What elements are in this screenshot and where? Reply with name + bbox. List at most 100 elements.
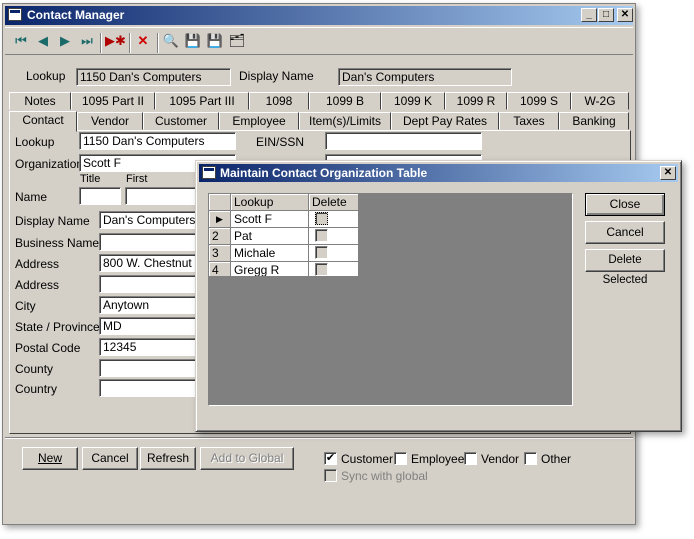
first-name-input[interactable] bbox=[125, 187, 205, 205]
sync-global-checkbox[interactable] bbox=[324, 469, 337, 482]
city-label: City bbox=[15, 299, 36, 313]
first-record-icon[interactable]: ⏮ bbox=[11, 31, 31, 51]
business-name-input[interactable] bbox=[99, 233, 205, 251]
ein-input[interactable] bbox=[325, 132, 482, 150]
tab-contact[interactable]: Contact bbox=[9, 111, 77, 132]
last-record-icon[interactable]: ⏭ bbox=[77, 31, 97, 51]
tab-employee[interactable]: Employee bbox=[219, 112, 299, 130]
delete-record-icon[interactable]: ✕ bbox=[133, 31, 153, 51]
footer-divider bbox=[5, 437, 633, 439]
grid-cell-lookup[interactable]: Gregg R bbox=[231, 262, 309, 277]
grid-cell-delete[interactable] bbox=[309, 228, 359, 245]
org-grid: Lookup Delete ▶ Scott F 2 Pat 3 Michale … bbox=[208, 193, 573, 406]
refresh-button[interactable]: Refresh bbox=[140, 447, 196, 470]
tab-dept-pay-rates[interactable]: Dept Pay Rates bbox=[391, 112, 499, 130]
grid-header-lookup[interactable]: Lookup bbox=[231, 194, 309, 211]
address2-input[interactable] bbox=[99, 275, 205, 293]
employee-label: Employee bbox=[411, 452, 465, 466]
next-record-icon[interactable]: ▶ bbox=[55, 31, 75, 51]
display-name-label: Display Name bbox=[15, 214, 90, 228]
tab-vendor[interactable]: Vendor bbox=[77, 112, 143, 130]
tab-notes[interactable]: Notes bbox=[9, 92, 71, 110]
lookup-input[interactable]: 1150 Dan's Computers bbox=[79, 132, 236, 150]
employee-checkbox[interactable] bbox=[394, 452, 407, 465]
tab-1095-part-ii[interactable]: 1095 Part II bbox=[71, 92, 155, 110]
new-button[interactable]: New bbox=[22, 447, 78, 470]
tab-customer[interactable]: Customer bbox=[143, 112, 219, 130]
customer-label: Customer bbox=[341, 452, 394, 466]
grid-cell-delete[interactable] bbox=[309, 262, 359, 277]
delete-selected-button[interactable]: Delete Selected bbox=[585, 249, 665, 286]
grid-cell-delete[interactable] bbox=[309, 245, 359, 262]
dialog-title: Maintain Contact Organization Table bbox=[220, 166, 428, 180]
close-window-button[interactable]: ✕ bbox=[617, 8, 633, 22]
address1-input[interactable]: 800 W. Chestnut St bbox=[99, 254, 205, 272]
display-name-input[interactable]: Dan's Computers bbox=[99, 211, 205, 229]
tab-1099-k[interactable]: 1099 K bbox=[381, 92, 445, 110]
county-input[interactable] bbox=[99, 359, 205, 377]
row-indicator-icon[interactable]: ▶ bbox=[209, 211, 231, 228]
tab-1095-part-iii[interactable]: 1095 Part III bbox=[155, 92, 249, 110]
delete-checkbox[interactable] bbox=[315, 263, 328, 276]
country-input[interactable] bbox=[99, 379, 205, 397]
postal-code-label: Postal Code bbox=[15, 341, 81, 355]
state-input[interactable]: MD bbox=[99, 317, 205, 335]
cancel-button[interactable]: Cancel bbox=[82, 447, 138, 470]
postal-code-input[interactable]: 12345 bbox=[99, 338, 205, 356]
other-checkbox[interactable] bbox=[524, 452, 537, 465]
business-name-label: Business Name bbox=[15, 236, 100, 250]
lookup-label: Lookup bbox=[15, 135, 55, 149]
title-bar[interactable]: Contact Manager _ □ ✕ bbox=[5, 6, 633, 25]
window-title: Contact Manager bbox=[27, 8, 125, 22]
new-record-icon[interactable]: ▶✱ bbox=[105, 31, 126, 51]
row-number[interactable]: 4 bbox=[209, 262, 231, 277]
dialog-close-button[interactable]: Close bbox=[585, 193, 665, 216]
vendor-checkbox[interactable] bbox=[464, 452, 477, 465]
tab-1098[interactable]: 1098 bbox=[249, 92, 309, 110]
ein-label: EIN/SSN bbox=[256, 135, 305, 149]
dialog-close-x-button[interactable]: ✕ bbox=[660, 166, 676, 180]
dialog-icon bbox=[202, 166, 216, 179]
close-save-icon[interactable]: 💾 bbox=[205, 31, 225, 51]
tab-1099-s[interactable]: 1099 S bbox=[507, 92, 571, 110]
header-lookup-value: 1150 Dan's Computers bbox=[76, 68, 231, 86]
title-label: Title bbox=[80, 173, 101, 185]
tab-1099-r[interactable]: 1099 R bbox=[445, 92, 507, 110]
prev-record-icon[interactable]: ◀ bbox=[33, 31, 53, 51]
delete-checkbox[interactable] bbox=[315, 246, 328, 259]
row-number[interactable]: 3 bbox=[209, 245, 231, 262]
county-label: County bbox=[15, 362, 54, 376]
add-to-global-button[interactable]: Add to Global bbox=[200, 447, 294, 470]
save-icon[interactable]: 💾 bbox=[183, 31, 203, 51]
dialog-title-bar[interactable]: Maintain Contact Organization Table ✕ bbox=[199, 164, 678, 182]
delete-checkbox[interactable] bbox=[315, 229, 328, 242]
delete-checkbox[interactable] bbox=[315, 212, 328, 225]
tab-items-limits[interactable]: Item(s)/Limits bbox=[299, 112, 391, 130]
tab-w-2g[interactable]: W-2G bbox=[571, 92, 629, 110]
dialog-cancel-button[interactable]: Cancel bbox=[585, 221, 665, 244]
sync-global-label: Sync with global bbox=[341, 469, 428, 483]
row-number[interactable]: 2 bbox=[209, 228, 231, 245]
grid-cell-delete[interactable] bbox=[309, 211, 359, 228]
tab-banking[interactable]: Banking bbox=[559, 112, 629, 130]
city-input[interactable]: Anytown bbox=[99, 296, 205, 314]
grid-cell-lookup[interactable]: Michale bbox=[231, 245, 309, 262]
tab-1099-b[interactable]: 1099 B bbox=[309, 92, 381, 110]
app-icon bbox=[8, 8, 22, 21]
maintain-org-dialog: Maintain Contact Organization Table ✕ Lo… bbox=[195, 160, 682, 432]
grid-cell-lookup[interactable]: Pat bbox=[231, 228, 309, 245]
find-icon[interactable]: 🔍 bbox=[161, 31, 181, 51]
tab-taxes[interactable]: Taxes bbox=[499, 112, 559, 130]
maximize-button[interactable]: □ bbox=[598, 8, 614, 22]
address1-label: Address bbox=[15, 257, 60, 271]
grid-header-delete[interactable]: Delete bbox=[309, 194, 359, 211]
grid-cell-lookup[interactable]: Scott F bbox=[231, 211, 309, 228]
minimize-button[interactable]: _ bbox=[581, 8, 597, 22]
properties-icon[interactable]: 🗂 bbox=[227, 31, 247, 51]
country-label: Country bbox=[15, 382, 58, 396]
title-input[interactable] bbox=[79, 187, 121, 205]
organization-label: Organization bbox=[15, 157, 84, 171]
state-label: State / Province bbox=[15, 320, 100, 334]
header-lookup-label: Lookup bbox=[26, 69, 66, 83]
customer-checkbox[interactable]: ✔ bbox=[324, 452, 337, 465]
